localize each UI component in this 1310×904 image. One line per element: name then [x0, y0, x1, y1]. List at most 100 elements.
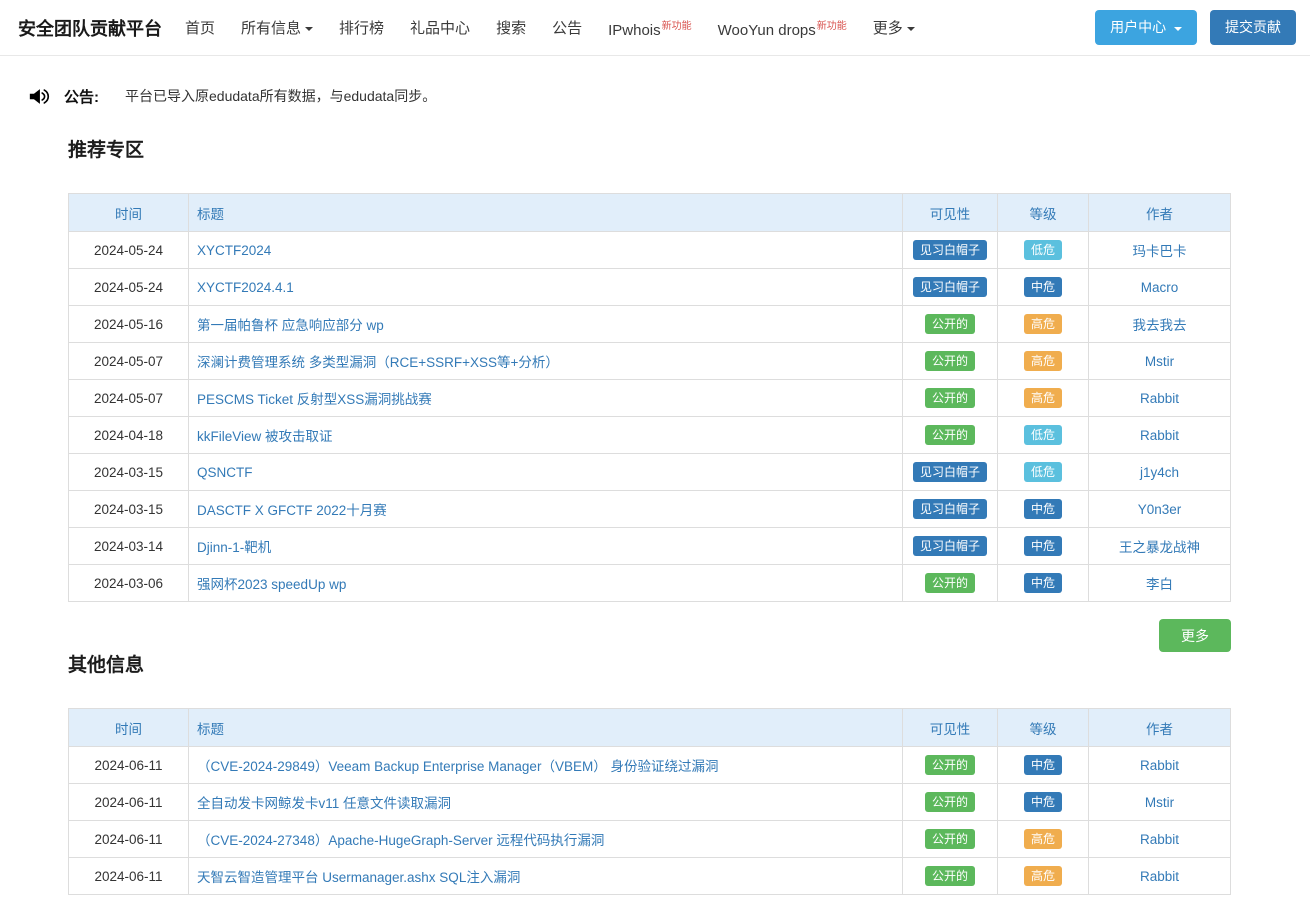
level-cell: 高危: [998, 306, 1089, 343]
visibility-badge: 见习白帽子: [913, 240, 987, 260]
announcement-text: 平台已导入原edudata所有数据，与edudata同步。: [125, 86, 436, 106]
title-link[interactable]: 第一届帕鲁杯 应急响应部分 wp: [197, 318, 384, 333]
title-cell: （CVE-2024-29849）Veeam Backup Enterprise …: [189, 747, 903, 784]
author-link[interactable]: 我去我去: [1133, 318, 1187, 333]
author-link[interactable]: Rabbit: [1140, 428, 1179, 443]
table-row: 2024-05-24XYCTF2024.4.1见习白帽子中危Macro: [69, 269, 1231, 306]
title-cell: XYCTF2024: [189, 232, 903, 269]
chevron-down-icon: [1174, 27, 1182, 31]
visibility-cell: 公开的: [903, 380, 998, 417]
level-cell: 中危: [998, 565, 1089, 602]
level-badge: 中危: [1024, 792, 1062, 812]
title-link[interactable]: PESCMS Ticket 反射型XSS漏洞挑战赛: [197, 392, 432, 407]
level-cell: 低危: [998, 454, 1089, 491]
nav-item-ipwhois[interactable]: IPwhois新功能: [595, 17, 705, 39]
visibility-badge: 见习白帽子: [913, 462, 987, 482]
level-badge: 中危: [1024, 499, 1062, 519]
level-badge: 中危: [1024, 755, 1062, 775]
visibility-cell: 见习白帽子: [903, 232, 998, 269]
author-cell: Rabbit: [1089, 747, 1231, 784]
author-link[interactable]: 李白: [1146, 577, 1173, 592]
main-nav: 首页所有信息排行榜 礼品中心搜索公告IPwhois新功能WooYun drops新…: [172, 17, 1095, 39]
nav-item-label: 礼品中心: [410, 20, 470, 37]
column-header: 时间: [69, 709, 189, 747]
author-link[interactable]: Macro: [1141, 280, 1179, 295]
announcement-bar: 公告: 平台已导入原edudata所有数据，与edudata同步。: [28, 83, 1310, 109]
level-cell: 低危: [998, 417, 1089, 454]
user-center-button[interactable]: 用户中心: [1095, 10, 1197, 44]
nav-item-ranking[interactable]: 排行榜: [326, 17, 397, 38]
more-button[interactable]: 更多: [1159, 619, 1231, 652]
visibility-badge: 公开的: [925, 755, 975, 775]
table-row: 2024-05-07深澜计费管理系统 多类型漏洞（RCE+SSRF+XSS等+分…: [69, 343, 1231, 380]
nav-item-all-info[interactable]: 所有信息: [228, 17, 326, 38]
date-cell: 2024-06-11: [69, 858, 189, 895]
author-cell: 王之暴龙战神: [1089, 528, 1231, 565]
nav-item-home[interactable]: 首页: [172, 17, 228, 38]
title-cell: Djinn-1-靶机: [189, 528, 903, 565]
column-header: 作者: [1089, 709, 1231, 747]
author-link[interactable]: 王之暴龙战神: [1119, 540, 1200, 555]
level-badge: 中危: [1024, 573, 1062, 593]
visibility-cell: 公开的: [903, 417, 998, 454]
author-link[interactable]: Rabbit: [1140, 869, 1179, 884]
speaker-icon: [28, 87, 50, 106]
level-cell: 高危: [998, 821, 1089, 858]
level-badge: 中危: [1024, 536, 1062, 556]
author-link[interactable]: Mstir: [1145, 795, 1174, 810]
nav-item-gift-center[interactable]: 礼品中心: [397, 17, 483, 38]
author-cell: Mstir: [1089, 784, 1231, 821]
visibility-cell: 公开的: [903, 306, 998, 343]
main-content: 推荐专区 时间标题可见性等级作者 2024-05-24XYCTF2024见习白帽…: [68, 139, 1231, 895]
visibility-badge: 见习白帽子: [913, 536, 987, 556]
column-header: 标题: [189, 194, 903, 232]
author-link[interactable]: Rabbit: [1140, 391, 1179, 406]
title-link[interactable]: 深澜计费管理系统 多类型漏洞（RCE+SSRF+XSS等+分析）: [197, 355, 559, 370]
title-link[interactable]: 全自动发卡网鲸发卡v11 任意文件读取漏洞: [197, 796, 451, 811]
date-cell: 2024-06-11: [69, 747, 189, 784]
brand[interactable]: 安全团队贡献平台: [18, 15, 162, 41]
author-cell: 我去我去: [1089, 306, 1231, 343]
title-link[interactable]: 天智云智造管理平台 Usermanager.ashx SQL注入漏洞: [197, 870, 520, 885]
author-link[interactable]: j1y4ch: [1140, 465, 1179, 480]
title-link[interactable]: Djinn-1-靶机: [197, 540, 271, 555]
table-row: 2024-05-07PESCMS Ticket 反射型XSS漏洞挑战赛公开的高危…: [69, 380, 1231, 417]
nav-item-more[interactable]: 更多: [860, 17, 928, 38]
title-link[interactable]: kkFileView 被攻击取证: [197, 429, 333, 444]
level-cell: 高危: [998, 343, 1089, 380]
title-link[interactable]: QSNCTF: [197, 465, 253, 480]
visibility-cell: 见习白帽子: [903, 269, 998, 306]
chevron-down-icon: [305, 27, 313, 31]
title-cell: kkFileView 被攻击取证: [189, 417, 903, 454]
title-cell: 全自动发卡网鲸发卡v11 任意文件读取漏洞: [189, 784, 903, 821]
author-link[interactable]: Mstir: [1145, 354, 1174, 369]
author-link[interactable]: Rabbit: [1140, 758, 1179, 773]
visibility-badge: 公开的: [925, 866, 975, 886]
title-link[interactable]: XYCTF2024.4.1: [197, 280, 294, 295]
nav-item-search[interactable]: 搜索: [483, 17, 539, 38]
level-badge: 低危: [1024, 425, 1062, 445]
nav-item-wooyun-drops[interactable]: WooYun drops新功能: [705, 17, 860, 39]
nav-item-label: 排行榜: [339, 20, 384, 37]
other-table: 时间标题可见性等级作者 2024-06-11（CVE-2024-29849）Ve…: [68, 708, 1231, 895]
level-badge: 低危: [1024, 462, 1062, 482]
level-cell: 低危: [998, 232, 1089, 269]
announcement-label: 公告:: [64, 86, 99, 107]
title-link[interactable]: （CVE-2024-29849）Veeam Backup Enterprise …: [197, 759, 718, 774]
title-link[interactable]: DASCTF X GFCTF 2022十月赛: [197, 503, 387, 518]
title-link[interactable]: 强网杯2023 speedUp wp: [197, 577, 346, 592]
visibility-cell: 公开的: [903, 821, 998, 858]
date-cell: 2024-06-11: [69, 784, 189, 821]
author-cell: Rabbit: [1089, 821, 1231, 858]
title-link[interactable]: （CVE-2024-27348）Apache-HugeGraph-Server …: [197, 833, 604, 848]
nav-item-announcement[interactable]: 公告: [539, 17, 595, 38]
date-cell: 2024-03-06: [69, 565, 189, 602]
visibility-badge: 公开的: [925, 573, 975, 593]
visibility-cell: 见习白帽子: [903, 528, 998, 565]
author-link[interactable]: 玛卡巴卡: [1133, 244, 1187, 259]
author-link[interactable]: Rabbit: [1140, 832, 1179, 847]
submit-contribution-button[interactable]: 提交贡献: [1210, 10, 1296, 44]
title-link[interactable]: XYCTF2024: [197, 243, 271, 258]
title-cell: 强网杯2023 speedUp wp: [189, 565, 903, 602]
author-link[interactable]: Y0n3er: [1138, 502, 1182, 517]
